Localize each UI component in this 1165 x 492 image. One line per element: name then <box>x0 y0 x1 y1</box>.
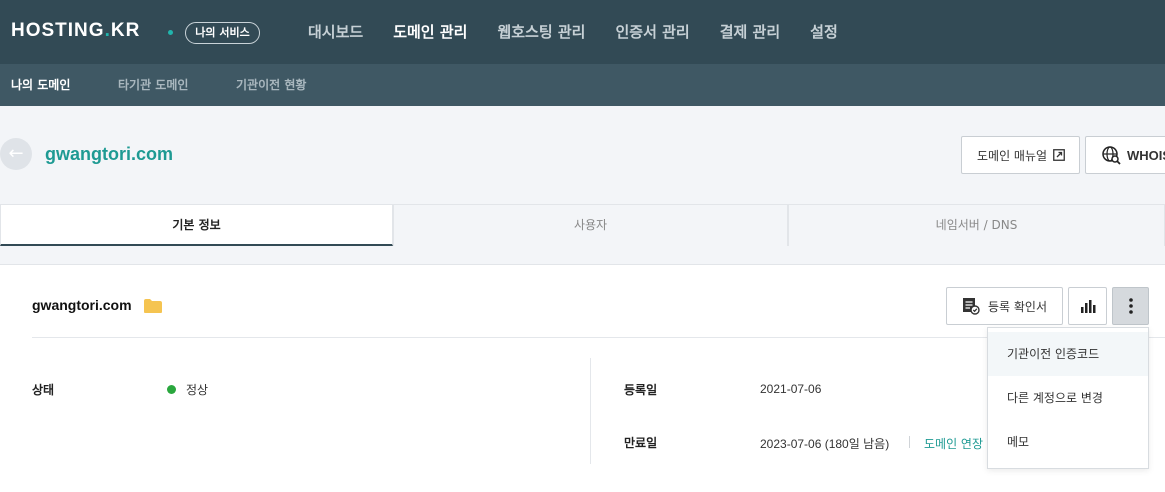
menu-item-memo[interactable]: 메모 <box>988 420 1148 464</box>
more-vertical-icon <box>1128 298 1133 314</box>
renew-divider <box>909 436 910 448</box>
status-value: 정상 <box>186 383 209 397</box>
more-options-dropdown: 기관이전 인증코드 다른 계정으로 변경 메모 <box>987 327 1149 469</box>
page-title: gwangtori.com <box>45 144 174 164</box>
column-divider <box>590 358 591 464</box>
nav-domain-management[interactable]: 도메인 관리 <box>393 0 467 64</box>
my-service-button[interactable]: 나의 서비스 <box>185 22 260 44</box>
menu-item-transfer-auth-code[interactable]: 기관이전 인증코드 <box>988 332 1148 376</box>
external-link-icon <box>1053 149 1065 161</box>
back-button[interactable]: ← <box>0 138 32 170</box>
arrow-left-icon: ← <box>8 143 24 164</box>
nav-dashboard[interactable]: 대시보드 <box>308 0 363 64</box>
menu-item-change-account[interactable]: 다른 계정으로 변경 <box>988 376 1148 420</box>
logo-bullet <box>168 30 173 35</box>
status-label: 상태 <box>32 383 55 397</box>
subnav-my-domains[interactable]: 나의 도메인 <box>11 64 70 106</box>
tab-basic-info[interactable]: 기본 정보 <box>0 204 393 246</box>
domain-manual-button[interactable]: 도메인 매뉴얼 <box>961 136 1080 174</box>
top-navigation-bar: HOSTING.KR 나의 서비스 대시보드 도메인 관리 웹호스팅 관리 인증… <box>0 0 1165 64</box>
tab-nameserver-dns[interactable]: 네임서버 / DNS <box>788 204 1165 246</box>
bar-chart-icon <box>1080 300 1095 313</box>
statistics-button[interactable] <box>1068 287 1107 325</box>
globe-search-icon <box>1102 146 1121 165</box>
subnav-other-registrar-domains[interactable]: 타기관 도메인 <box>118 64 188 106</box>
nav-webhosting-management[interactable]: 웹호스팅 관리 <box>497 0 585 64</box>
tab-users[interactable]: 사용자 <box>393 204 788 246</box>
certificate-icon <box>962 298 980 315</box>
status-indicator <box>167 385 176 394</box>
folder-icon[interactable] <box>143 298 163 314</box>
expiry-date-value: 2023-07-06 (180일 남음) <box>760 437 890 451</box>
subnav-transfer-status[interactable]: 기관이전 현황 <box>236 64 306 106</box>
nav-payment-management[interactable]: 결제 관리 <box>720 0 780 64</box>
registration-certificate-button[interactable]: 등록 확인서 <box>946 287 1063 325</box>
registered-date-value: 2021-07-06 <box>760 382 822 396</box>
whois-button[interactable]: WHOIS <box>1085 136 1165 174</box>
tab-bar: 기본 정보 사용자 네임서버 / DNS <box>0 204 1165 246</box>
nav-settings[interactable]: 설정 <box>810 0 838 64</box>
hosting-kr-logo[interactable]: HOSTING.KR <box>11 20 140 42</box>
registered-date-label: 등록일 <box>624 383 658 397</box>
card-title: gwangtori.com <box>32 297 132 313</box>
more-options-button[interactable] <box>1112 287 1149 325</box>
main-nav: 대시보드 도메인 관리 웹호스팅 관리 인증서 관리 결제 관리 설정 <box>308 0 868 64</box>
nav-certificate-management[interactable]: 인증서 관리 <box>615 0 689 64</box>
domain-renew-link[interactable]: 도메인 연장 <box>924 435 983 452</box>
sub-navigation-bar: 나의 도메인 타기관 도메인 기관이전 현황 <box>0 64 1165 106</box>
tabs-spacer <box>0 246 1165 265</box>
expiry-date-label: 만료일 <box>624 436 658 450</box>
domain-header: ← gwangtori.com 도메인 매뉴얼 WHOIS <box>0 106 1165 204</box>
